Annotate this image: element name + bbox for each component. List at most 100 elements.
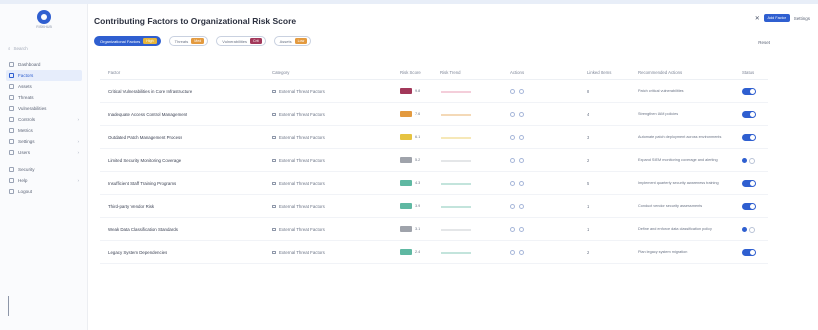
column-header-recommended-actions[interactable]: Recommended Actions [638,70,682,75]
sidebar-nav: Dashboard Factors Assets Threats Vulnerabili… [6,59,82,197]
edit-icon[interactable] [519,157,524,163]
linked-items-count[interactable]: 5 [587,181,589,186]
table-row[interactable]: Weak Data Classification Standards Extern… [100,218,768,241]
table-row[interactable]: Critical Vulnerabilities in Core Infrast… [100,80,768,103]
risk-trend-sparkline [441,137,471,139]
assets-icon [9,84,14,89]
edit-icon[interactable] [519,134,524,140]
category-cell: External Threat Factors [272,250,325,255]
table-row[interactable]: Limited Security Monitoring Coverage Exte… [100,149,768,172]
sidebar-item-threats[interactable]: Threats [6,92,82,103]
factor-name[interactable]: Legacy System Dependencies [108,250,167,255]
view-icon[interactable] [510,226,515,232]
sidebar-item-label: Threats [18,95,34,100]
sidebar-item-logout[interactable]: Logout [6,186,82,197]
column-header-status[interactable]: Status [742,70,754,75]
status-toggle[interactable] [742,157,756,164]
sidebar-item-vulnerabilities[interactable]: Vulnerabilities [6,103,82,114]
linked-items-count[interactable]: 1 [587,204,589,209]
status-toggle[interactable] [742,87,756,95]
table-row[interactable]: Inadequate Access Control Management Exte… [100,103,768,126]
status-toggle[interactable] [742,248,756,256]
linked-items-count[interactable]: 1 [587,227,589,232]
edit-icon[interactable] [519,249,524,255]
sidebar-item-dashboard[interactable]: Dashboard [6,59,82,70]
linked-items-count[interactable]: 2 [587,158,589,163]
tag-icon [272,227,276,231]
factor-name[interactable]: Inadequate Access Control Management [108,112,187,117]
sidebar-item-help[interactable]: Help › [6,175,82,186]
factor-name[interactable]: Weak Data Classification Standards [108,227,178,232]
sidebar-item-factors[interactable]: Factors [6,70,82,81]
table-row[interactable]: Third-party Vendor Risk External Threat F… [100,195,768,218]
status-toggle[interactable] [742,133,756,141]
risk-score-swatch [400,157,412,163]
risk-score-value: 3.1 [415,227,421,231]
status-toggle[interactable] [742,202,756,210]
factor-name[interactable]: Insufficient Staff Training Programs [108,181,176,186]
chevron-right-icon[interactable]: › [78,178,80,183]
factor-name[interactable]: Third-party Vendor Risk [108,204,154,209]
filter-chip[interactable]: Vulnerabilities Crit [216,36,266,46]
sidebar-search[interactable]: ⌕ Search [8,44,78,52]
column-header-category[interactable]: Category [272,70,289,75]
linked-items-count[interactable]: 4 [587,112,589,117]
category-label: External Threat Factors [279,249,325,255]
sidebar-item-users[interactable]: Users › [6,147,82,158]
sidebar-item-controls[interactable]: Controls › [6,114,82,125]
edit-icon[interactable] [519,111,524,117]
column-header-risk-score[interactable]: Risk Score [400,70,421,75]
sidebar-search-placeholder: Search [13,45,28,51]
sidebar-item-security[interactable]: Security [6,164,82,175]
edit-icon[interactable] [519,88,524,94]
view-icon[interactable] [510,134,515,140]
chevron-right-icon[interactable]: › [78,139,80,144]
column-header-actions[interactable]: Actions [510,70,524,75]
linked-items-count[interactable]: 8 [587,89,589,94]
risk-trend-sparkline [441,183,471,185]
risk-score-cell: 3.9 [400,203,420,209]
table-row[interactable]: Legacy System Dependencies External Threa… [100,241,768,264]
view-icon[interactable] [510,180,515,186]
view-icon[interactable] [510,111,515,117]
category-label: External Threat Factors [279,203,325,209]
chevron-right-icon[interactable]: › [78,150,80,155]
close-icon[interactable]: ✕ [755,15,760,22]
status-toggle[interactable] [742,226,756,233]
search-icon: ⌕ [8,45,11,51]
reset-button[interactable]: Reset [758,40,770,45]
filter-chip[interactable]: Threats Med [168,36,209,46]
factor-name[interactable]: Limited Security Monitoring Coverage [108,158,181,163]
filter-chip[interactable]: Organizational Factors High [94,36,161,46]
edit-icon[interactable] [519,180,524,186]
table-row[interactable]: Outdated Patch Management Process Externa… [100,126,768,149]
table-row[interactable]: Insufficient Staff Training Programs Exte… [100,172,768,195]
sidebar-item-settings[interactable]: Settings › [6,136,82,147]
factor-name[interactable]: Outdated Patch Management Process [108,135,182,140]
view-icon[interactable] [510,157,515,163]
factor-name[interactable]: Critical Vulnerabilities in Core Infrast… [108,89,192,94]
column-header-linked-items[interactable]: Linked Items [587,70,611,75]
edit-icon[interactable] [519,226,524,232]
column-header-factor[interactable]: Factor [108,70,120,75]
app-logo[interactable]: RISKHUB [34,10,54,32]
view-icon[interactable] [510,249,515,255]
view-icon[interactable] [510,203,515,209]
actions-cell [510,88,524,94]
column-header-risk-trend[interactable]: Risk Trend [440,70,461,75]
linked-items-count[interactable]: 2 [587,250,589,255]
sidebar-item-assets[interactable]: Assets [6,81,82,92]
settings-button[interactable]: Settings [794,16,810,21]
risk-score-swatch [400,203,412,209]
view-icon[interactable] [510,88,515,94]
linked-items-count[interactable]: 3 [587,135,589,140]
status-toggle[interactable] [742,110,756,118]
page-header: Contributing Factors to Organizational R… [94,14,810,28]
filter-chip[interactable]: Assets Low [273,36,312,46]
chevron-right-icon[interactable]: › [78,117,80,122]
add-factor-button[interactable]: Add Factor [763,14,790,22]
tag-icon [272,158,276,162]
edit-icon[interactable] [519,203,524,209]
status-toggle[interactable] [742,179,756,187]
sidebar-item-metrics[interactable]: Metrics [6,125,82,136]
